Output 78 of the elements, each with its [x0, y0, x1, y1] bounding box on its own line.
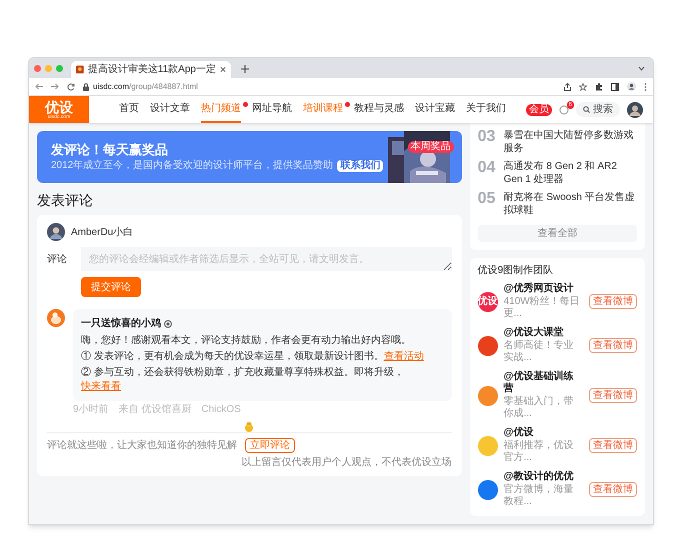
account-avatar: 优设	[478, 292, 498, 312]
news-title[interactable]: 高通发布 8 Gen 2 和 AR2 Gen 1 处理器	[504, 160, 637, 186]
vip-badge[interactable]: 会员	[526, 104, 552, 116]
account-description: 零基础入门，带你成...	[504, 396, 575, 420]
search-button[interactable]: 搜索	[576, 102, 620, 117]
comment-field[interactable]: 您的评论会经编辑或作者筛选后显示，全站可见，请文明发言。	[81, 247, 452, 271]
comment-meta: 来自 优设馆喜厨	[118, 405, 192, 415]
close-icon[interactable]	[220, 66, 226, 73]
profile-icon[interactable]	[627, 82, 636, 91]
author-name: 一只送惊喜的小鸡	[81, 316, 161, 331]
news-title[interactable]: 暴雪在中国大陆暂停多数游戏服务	[504, 129, 637, 155]
banner-subtitle: 2012年成立至今，是国内备受欢迎的设计师平台，提供奖品赞助	[51, 160, 334, 170]
comment-meta: 9小时前	[73, 405, 109, 415]
nav-link[interactable]: 网址导航	[252, 96, 292, 123]
comment-text: 嗨，您好！感谢观看本文，评论支持鼓励，作者会更有动力输出好内容哦。	[81, 334, 412, 348]
prize-tag: 本周奖品	[408, 141, 454, 153]
follow-button[interactable]: 查看微博	[589, 388, 637, 403]
nav-link[interactable]: 设计文章	[150, 96, 190, 123]
star-icon[interactable]	[579, 82, 587, 90]
sidebar-icon[interactable]	[611, 82, 619, 90]
link[interactable]: 查看活动	[384, 351, 424, 362]
tab-title: 提高设计审美这11款App一定	[88, 64, 216, 74]
nav-link[interactable]: 关于我们	[466, 96, 506, 123]
link[interactable]: 快来看看	[81, 381, 121, 392]
rank-number: 05	[478, 191, 496, 207]
contact-button[interactable]: 联系我们	[337, 160, 384, 172]
account-description: 福利推荐，优设官方...	[504, 440, 575, 464]
user-name: AmberDu小白	[71, 226, 134, 240]
account-name: @优设基础训练营	[504, 371, 574, 395]
disclaimer-text: 以上留言仅代表用户个人观点，不代表优设立场	[242, 456, 452, 470]
follow-button[interactable]: 查看微博	[589, 438, 637, 453]
browser-tab[interactable]: 提高设计审美这11款App一定	[71, 61, 231, 78]
account-name: @优设大课堂	[504, 327, 564, 339]
reload-icon[interactable]	[67, 82, 75, 90]
comment-meta: ChickOS	[201, 405, 241, 415]
account-name: @优设	[504, 427, 534, 439]
chevron-down-icon[interactable]	[638, 66, 645, 71]
card-title: 优设9图制作团队	[478, 266, 554, 276]
plus-icon[interactable]	[241, 65, 249, 73]
account-description: 名师高徒！专业实战...	[504, 340, 575, 364]
footer-text: 评论就这些啦，让大家也知道你的独特见解	[47, 438, 237, 453]
news-title[interactable]: 耐克将在 Swoosh 平台发售虚拟球鞋	[504, 191, 637, 217]
section-heading: 发表评论	[37, 193, 94, 207]
user-avatar	[47, 223, 65, 241]
follow-button[interactable]: 查看微博	[589, 338, 637, 353]
field-label: 评论	[47, 253, 68, 267]
badge-icon	[164, 320, 172, 328]
follow-button[interactable]: 查看微博	[589, 482, 637, 497]
nav-link[interactable]: 培训课程	[303, 96, 343, 123]
follow-button[interactable]: 查看微博	[589, 294, 637, 309]
nav-link[interactable]: 热门频道	[201, 96, 241, 123]
chick-icon	[244, 421, 254, 432]
comment-now-button[interactable]: 立即评论	[245, 438, 295, 453]
back-arrow-icon[interactable]	[35, 83, 43, 90]
rank-number: 03	[478, 129, 496, 145]
nav-link[interactable]: 教程与灵感	[354, 96, 404, 123]
submit-button[interactable]: 提交评论	[81, 277, 141, 297]
lock-icon	[83, 82, 89, 90]
comment-text: ② 参与互动，还会获得铁粉勋章，扩充收藏量尊享特殊权益。即将升级， 快来看看	[81, 366, 405, 394]
favicon-icon	[76, 65, 84, 74]
search-icon	[583, 106, 590, 113]
url-text[interactable]: uisdc.com/group/484887.html	[93, 82, 198, 90]
account-name: @优秀网页设计	[504, 283, 574, 295]
account-description: 官方微博，海量教程...	[504, 484, 575, 508]
menu-icon[interactable]	[644, 82, 647, 90]
comment-text: ① 发表评论，更有机会成为每天的优设幸运星，领取最新设计图书。查看活动	[81, 350, 425, 364]
banner-title: 发评论！每天赢奖品	[51, 142, 169, 156]
rank-number: 04	[478, 160, 496, 176]
account-name: @教设计的优优	[504, 471, 574, 483]
puzzle-icon[interactable]	[595, 82, 603, 90]
avatar[interactable]	[627, 102, 643, 118]
view-all-button[interactable]: 查看全部	[478, 225, 637, 242]
forward-arrow-icon[interactable]	[51, 83, 59, 90]
bot-avatar	[47, 309, 65, 327]
account-description: 410W粉丝！每日更...	[504, 296, 581, 320]
share-icon[interactable]	[564, 82, 571, 90]
nav-link[interactable]: 首页	[119, 96, 139, 123]
nav-link[interactable]: 设计宝藏	[415, 96, 455, 123]
